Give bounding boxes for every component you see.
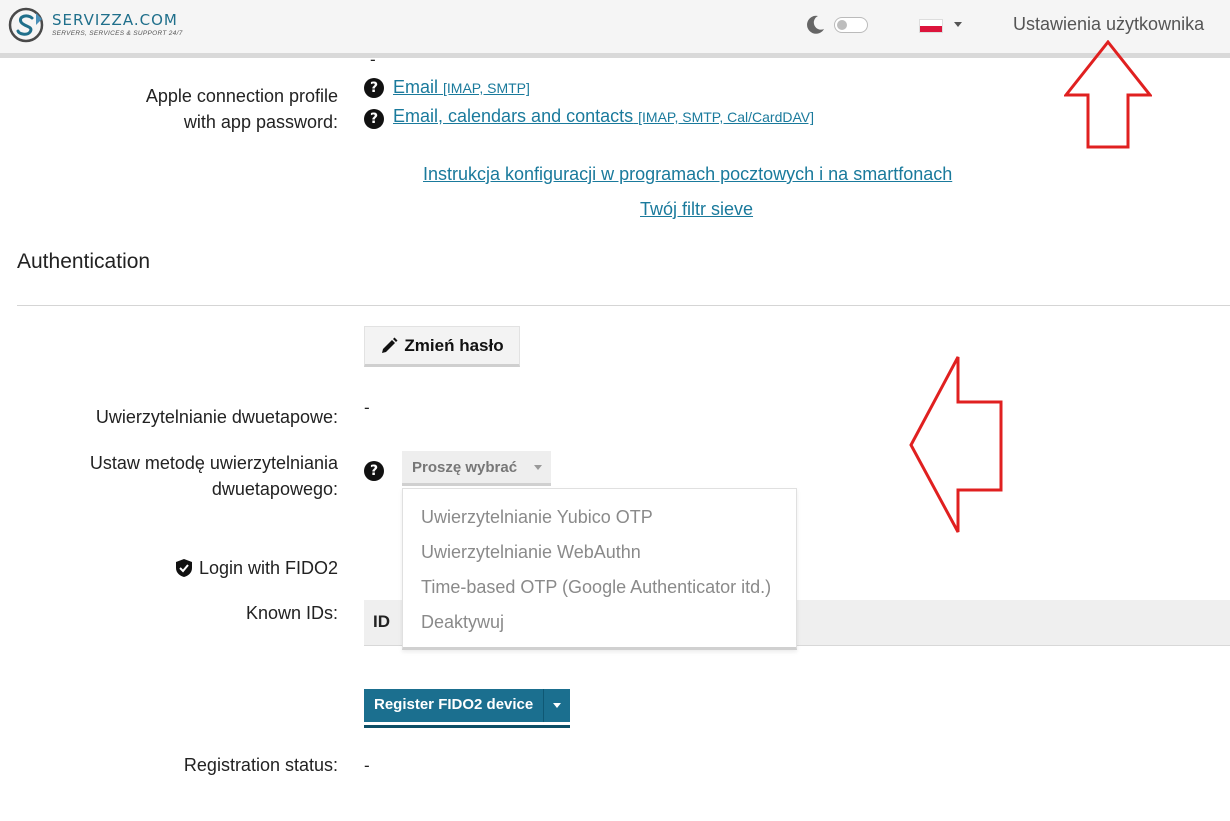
method-label-line1: Ustaw metodę uwierzytelniania xyxy=(89,453,338,473)
two-step-method-dropdown: Uwierzytelnianie Yubico OTP Uwierzytelni… xyxy=(402,488,797,650)
apple-profile-label: Apple connection profile with app passwo… xyxy=(60,83,338,135)
chevron-down-icon xyxy=(534,465,542,470)
fido2-title: Login with FIDO2 xyxy=(198,558,338,578)
option-webauthn[interactable]: Uwierzytelnianie WebAuthn xyxy=(403,535,796,570)
register-fido2-options-toggle[interactable] xyxy=(543,689,571,722)
moon-icon xyxy=(807,15,824,34)
link-detail: [IMAP, SMTP, Cal/CardDAV] xyxy=(638,109,814,125)
toggle-knob xyxy=(837,20,847,30)
brand-name: SERVIZZA.COM xyxy=(52,10,178,29)
help-icon[interactable]: ? xyxy=(364,78,384,98)
dark-mode-toggle[interactable] xyxy=(834,17,868,33)
known-ids-label: Known IDs: xyxy=(245,603,338,623)
link-text: Email, calendars and contacts xyxy=(393,106,634,126)
option-deactivate[interactable]: Deaktywuj xyxy=(403,605,796,640)
registration-status-label: Registration status: xyxy=(183,755,338,775)
sieve-filter-link[interactable]: Twój filtr sieve xyxy=(640,199,753,220)
apple-profile-label-line1: Apple connection profile xyxy=(145,86,338,106)
annotation-arrow-up-icon xyxy=(1064,40,1152,149)
authentication-heading: Authentication xyxy=(17,250,151,273)
two-step-value: - xyxy=(364,398,370,417)
method-label-line2: dwuetapowego: xyxy=(211,479,338,499)
link-text: Email xyxy=(393,77,439,97)
chevron-down-icon xyxy=(553,703,562,708)
flag-pl-icon[interactable] xyxy=(919,19,943,33)
two-step-method-select[interactable]: Proszę wybrać xyxy=(402,451,551,486)
help-icon[interactable]: ? xyxy=(364,461,384,481)
option-yubico-otp[interactable]: Uwierzytelnianie Yubico OTP xyxy=(403,500,796,535)
chevron-down-icon[interactable] xyxy=(954,22,962,27)
select-placeholder: Proszę wybrać xyxy=(412,458,518,476)
section-divider xyxy=(17,305,1230,306)
apple-email-profile-link[interactable]: Email [IMAP, SMTP] xyxy=(393,77,530,98)
link-detail: [IMAP, SMTP] xyxy=(443,80,530,96)
table-col-id: ID xyxy=(373,612,390,631)
help-icon[interactable]: ? xyxy=(364,109,384,129)
two-step-label: Uwierzytelnianie dwuetapowe: xyxy=(95,407,338,427)
registration-status-value: - xyxy=(364,756,370,775)
brand-tagline: SERVERS, SERVICES & SUPPORT 24/7 xyxy=(52,29,183,37)
register-fido2-button[interactable]: Register FIDO2 device xyxy=(364,689,544,722)
top-dash: - xyxy=(370,50,376,69)
user-settings-link[interactable]: Ustawienia użytkownika xyxy=(1013,14,1204,35)
option-totp[interactable]: Time-based OTP (Google Authenticator itd… xyxy=(403,570,796,605)
mail-config-instructions-link[interactable]: Instrukcja konfiguracji w programach poc… xyxy=(423,164,952,185)
change-password-button[interactable]: Zmień hasło xyxy=(364,326,520,367)
annotation-arrow-left-icon xyxy=(909,356,1003,533)
shield-check-icon xyxy=(175,559,192,577)
top-navbar: SERVIZZA.COM SERVERS, SERVICES & SUPPORT… xyxy=(0,0,1230,58)
brand-logo[interactable]: SERVIZZA.COM SERVERS, SERVICES & SUPPORT… xyxy=(6,5,183,45)
change-password-label: Zmień hasło xyxy=(404,335,504,355)
two-step-method-label: Ustaw metodę uwierzytelniania dwuetapowe… xyxy=(40,450,338,502)
servizza-logo-icon xyxy=(8,7,44,43)
pencil-icon xyxy=(382,337,398,353)
register-fido2-button-group: Register FIDO2 device xyxy=(364,689,571,728)
apple-profile-label-line2: with app password: xyxy=(183,112,338,132)
apple-full-profile-link[interactable]: Email, calendars and contacts [IMAP, SMT… xyxy=(393,106,814,127)
fido2-heading: Login with FIDO2 xyxy=(150,555,338,581)
